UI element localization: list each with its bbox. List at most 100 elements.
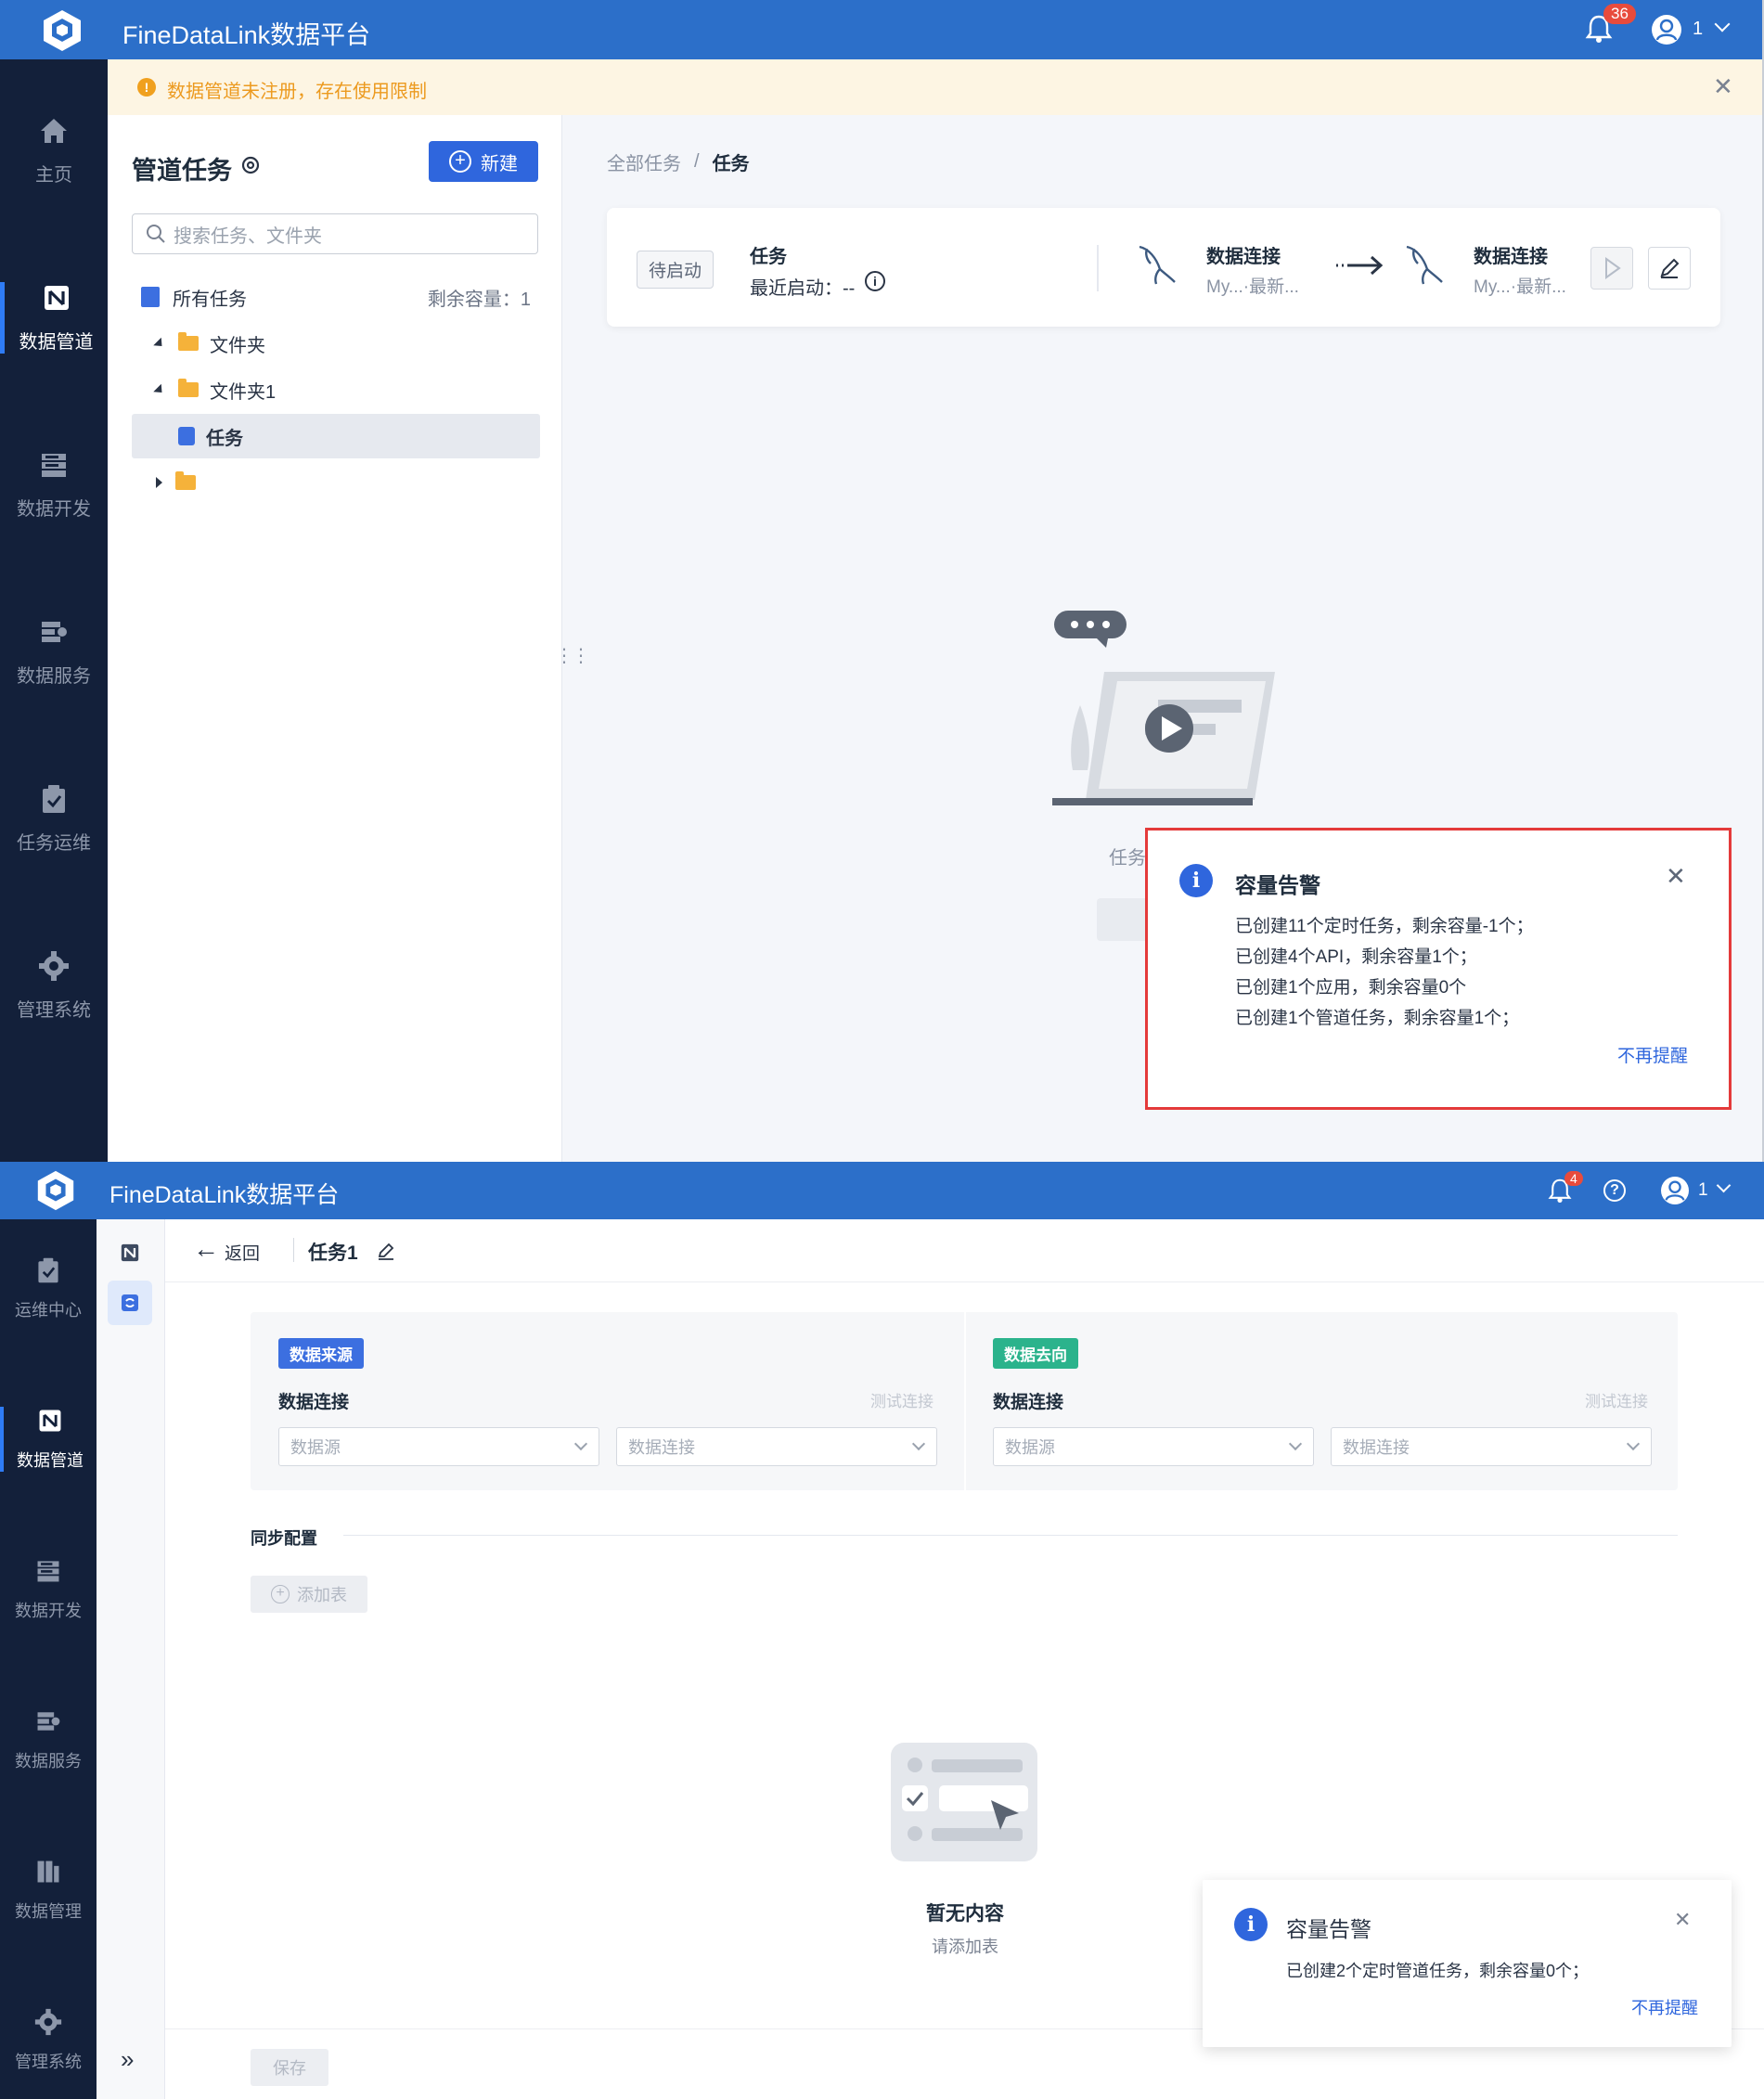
nav-service[interactable]: 数据服务 (0, 1707, 97, 1772)
pipeline-icon (44, 286, 69, 310)
nav-home[interactable]: 主页 (0, 115, 108, 187)
nav-label: 数据开发 (15, 1602, 82, 1620)
task-name: 任务 (750, 247, 787, 267)
nav-pipeline[interactable]: 数据管道 (0, 1407, 97, 1472)
edit-button[interactable] (1648, 247, 1691, 290)
alert-line: 已创建4个API，剩余容量1个； (1235, 947, 1477, 967)
dismiss-link[interactable]: 不再提醒 (1631, 1995, 1698, 2019)
nav-service[interactable]: 数据服务 (0, 616, 108, 688)
nav-manage[interactable]: 数据管理 (0, 1858, 97, 1923)
nav-admin[interactable]: 管理系统 (0, 2008, 97, 2073)
top-bar: FineDataLink数据平台 4 ? 1 (0, 1162, 1764, 1219)
nav-ops-center[interactable]: 运维中心 (0, 1256, 97, 1321)
run-button[interactable] (1590, 247, 1633, 290)
tree-all-tasks[interactable]: 所有任务 剩余容量：1 (132, 275, 540, 319)
add-table-button[interactable]: + 添加表 (251, 1576, 367, 1613)
back-link[interactable]: 返回 (225, 1240, 260, 1265)
banner-text: 数据管道未注册，存在使用限制 (167, 82, 427, 102)
close-icon[interactable]: ✕ (1674, 1908, 1691, 1932)
tree-folder[interactable]: 文件夹 (132, 321, 540, 366)
source-connection-select[interactable]: 数据连接 (616, 1427, 937, 1466)
nav-label: 任务运维 (17, 833, 91, 854)
avatar[interactable] (1661, 1177, 1689, 1204)
sidebar: 运维中心 数据管道 数据开发 数据服务 数据管理 管理系统 (0, 1219, 97, 2099)
service-icon (37, 1712, 60, 1731)
chevron-down-icon (911, 1436, 926, 1451)
tree-folder-1[interactable]: 文件夹1 (132, 367, 540, 412)
user-name[interactable]: 1 (1693, 19, 1703, 40)
warning-icon: ! (137, 78, 156, 97)
notification-badge: 4 (1564, 1171, 1583, 1186)
avatar[interactable] (1652, 15, 1681, 45)
gear-icon (34, 2008, 62, 2036)
caret-down-icon (153, 337, 166, 350)
save-button[interactable]: 保存 (251, 2049, 328, 2086)
settings-gear-icon[interactable] (239, 154, 262, 176)
add-table-label: 添加表 (297, 1586, 347, 1604)
caret-down-icon (153, 383, 166, 396)
source-tag: 数据来源 (278, 1338, 364, 1369)
nav-pipeline[interactable]: 数据管道 (0, 282, 108, 354)
warning-banner: ! 数据管道未注册，存在使用限制 ✕ (108, 59, 1762, 115)
nav-label: 数据服务 (17, 666, 91, 687)
close-icon[interactable]: ✕ (1713, 72, 1733, 101)
close-icon[interactable]: ✕ (1666, 862, 1686, 891)
chevron-down-icon[interactable] (1714, 16, 1731, 32)
new-task-button[interactable]: + 新建 (429, 141, 538, 182)
panel-title: 管道任务 (132, 157, 232, 185)
chevron-down-icon[interactable] (1716, 1178, 1732, 1193)
empty-sub: 请添加表 (932, 1938, 998, 1956)
divider (293, 1238, 294, 1262)
dismiss-link[interactable]: 不再提醒 (1617, 1042, 1688, 1067)
target-datasource-select[interactable]: 数据源 (993, 1427, 1314, 1466)
dev-icon (42, 454, 66, 477)
ops-icon (43, 785, 65, 813)
nav-label: 数据服务 (15, 1752, 82, 1771)
service-icon (42, 622, 67, 642)
info-icon[interactable]: i (865, 271, 885, 291)
tree-label: 任务 (206, 428, 243, 449)
task-tree-panel: 管道任务 + 新建 搜索任务、文件夹 所有任务 剩余容量：1 文件夹 文件夹1 … (108, 115, 562, 1162)
help-icon[interactable]: ? (1603, 1179, 1626, 1202)
nav-dev[interactable]: 数据开发 (0, 1557, 97, 1622)
folder-icon (178, 379, 199, 397)
select-placeholder: 数据源 (1005, 1438, 1055, 1457)
task-card[interactable]: 待启动 任务 最近启动：-- i 数据连接 My...·最新... 数据连接 M… (607, 208, 1720, 327)
plus-circle-icon: + (271, 1585, 290, 1603)
app-logo-icon (44, 10, 81, 51)
edit-icon[interactable] (375, 1240, 397, 1262)
tree-task-selected[interactable]: 任务 (132, 414, 540, 458)
nav-ops[interactable]: 任务运维 (0, 783, 108, 855)
tree-folder-unnamed[interactable] (132, 460, 540, 505)
drag-handle-icon[interactable]: ⋮⋮ (555, 644, 590, 667)
status-badge: 待启动 (637, 251, 715, 289)
search-input[interactable]: 搜索任务、文件夹 (132, 213, 538, 254)
nav-label: 运维中心 (15, 1301, 82, 1320)
pipeline-icon[interactable] (119, 1242, 141, 1264)
user-name[interactable]: 1 (1698, 1180, 1708, 1201)
divider (964, 1312, 966, 1490)
pipeline-icon (39, 1410, 61, 1432)
task-tab-button[interactable] (108, 1281, 152, 1325)
edit-header: ← 返回 任务1 (165, 1219, 1764, 1282)
target-connection-select[interactable]: 数据连接 (1331, 1427, 1652, 1466)
target-sub: My...·最新... (1474, 277, 1566, 297)
nav-label: 数据管理 (15, 1902, 82, 1921)
source-test-link[interactable]: 测试连接 (870, 1388, 934, 1411)
nav-admin[interactable]: 管理系统 (0, 950, 108, 1022)
save-label: 保存 (273, 2059, 306, 2078)
empty-action-button[interactable] (1097, 898, 1152, 941)
sync-config-title: 同步配置 (251, 1529, 317, 1548)
nav-dev[interactable]: 数据开发 (0, 449, 108, 521)
expand-icon[interactable]: » (121, 2045, 134, 2074)
breadcrumb-root[interactable]: 全部任务 (607, 148, 681, 175)
nav-label: 主页 (35, 165, 72, 186)
target-test-link[interactable]: 测试连接 (1585, 1388, 1648, 1411)
arrow-left-icon[interactable]: ← (193, 1234, 219, 1264)
source-datasource-select[interactable]: 数据源 (278, 1427, 599, 1466)
target-conn-label: 数据连接 (993, 1393, 1064, 1412)
source-title: 数据连接 (1206, 247, 1281, 267)
mysql-dolphin-icon (1406, 245, 1443, 285)
edit-icon (1660, 258, 1680, 278)
home-icon (41, 119, 67, 143)
